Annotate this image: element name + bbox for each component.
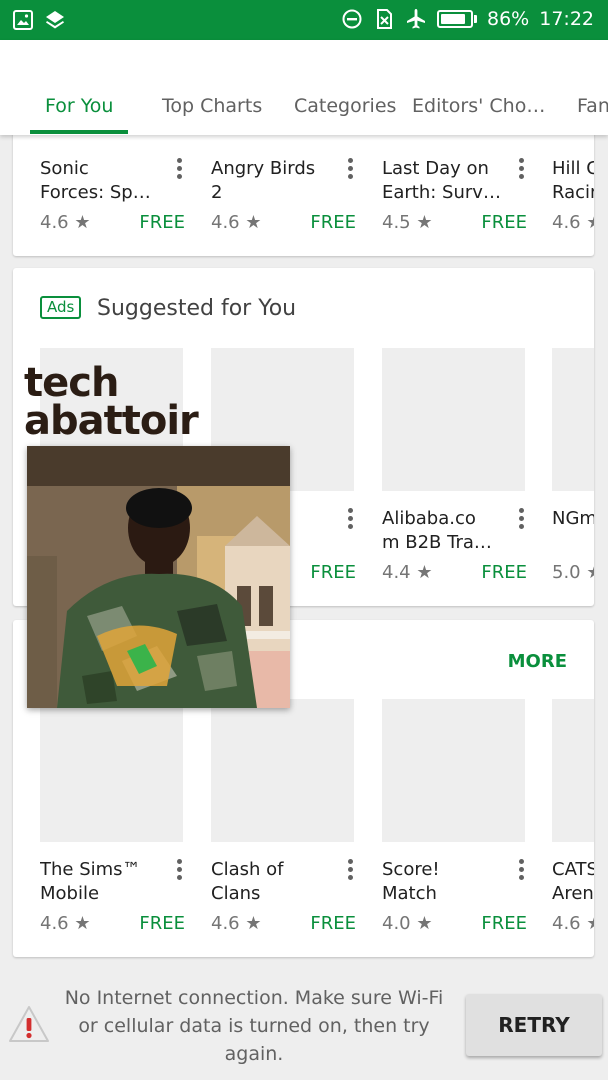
app-rating: 4.6 ★ bbox=[552, 913, 594, 934]
app-item-cats-arena[interactable]: CATS Aren 4.6 ★ bbox=[552, 699, 594, 949]
app-title: Last Day on Earth: Surv… bbox=[382, 158, 501, 203]
app-title: CATS Aren bbox=[552, 859, 594, 904]
app-rating: 4.6 ★ bbox=[40, 913, 91, 934]
star-icon: ★ bbox=[586, 913, 594, 934]
overflow-menu-icon[interactable] bbox=[348, 508, 354, 532]
more-button[interactable]: MORE bbox=[508, 651, 567, 672]
star-icon: ★ bbox=[586, 562, 594, 583]
no-connection-message: No Internet connection. Make sure Wi-Fi … bbox=[64, 987, 444, 1065]
overflow-menu-icon[interactable] bbox=[519, 158, 525, 182]
tab-categories[interactable]: Categories bbox=[294, 95, 396, 117]
ads-badge: Ads bbox=[40, 296, 82, 319]
app-rating: 4.4 ★ bbox=[382, 562, 433, 583]
app-item-angry-birds-2[interactable]: Angry Birds 2 4.6 ★ FREE bbox=[211, 120, 356, 256]
no-sim-icon bbox=[377, 9, 392, 29]
overflow-menu-icon[interactable] bbox=[177, 859, 183, 883]
app-price: FREE bbox=[310, 212, 356, 233]
app-thumbnail bbox=[382, 699, 525, 842]
star-icon: ★ bbox=[416, 913, 433, 934]
video-overlay[interactable] bbox=[27, 446, 290, 708]
app-title: Clash of Clans bbox=[211, 859, 284, 904]
app-title: NGm bbox=[552, 508, 594, 529]
app-item-clash-of-clans[interactable]: Clash of Clans 4.6 ★ FREE bbox=[211, 699, 356, 949]
overflow-menu-icon[interactable] bbox=[519, 859, 525, 883]
app-title: Sonic Forces: Sp… bbox=[40, 158, 151, 203]
tab-editors-choice[interactable]: Editors' Cho… bbox=[412, 95, 545, 117]
channel-watermark: tech abattoir bbox=[24, 360, 199, 444]
app-price: FREE bbox=[481, 212, 527, 233]
tab-bar: For You Top Charts Categories Editors' C… bbox=[0, 40, 608, 135]
no-connection-bar: No Internet connection. Make sure Wi-Fi … bbox=[0, 972, 608, 1080]
tab-family[interactable]: Fan bbox=[577, 95, 608, 117]
star-icon: ★ bbox=[74, 212, 91, 233]
clock: 17:22 bbox=[539, 8, 594, 30]
app-price: FREE bbox=[139, 913, 185, 934]
app-item-hill-climb-racing[interactable]: Hill C Racin 4.6 ★ bbox=[552, 120, 594, 256]
app-row-card: Sonic Forces: Sp… 4.6 ★ FREE Angry Birds… bbox=[13, 120, 594, 256]
star-icon: ★ bbox=[586, 212, 594, 233]
app-price: FREE bbox=[139, 212, 185, 233]
star-icon: ★ bbox=[416, 562, 433, 583]
airplane-icon bbox=[407, 9, 425, 29]
star-icon: ★ bbox=[245, 913, 262, 934]
section-title: Suggested for You bbox=[97, 296, 297, 321]
app-item-score-match[interactable]: Score! Match 4.0 ★ FREE bbox=[382, 699, 527, 949]
app-thumbnail bbox=[552, 699, 594, 842]
layers-icon bbox=[46, 11, 64, 29]
app-thumbnail bbox=[382, 348, 525, 491]
app-thumbnail bbox=[40, 699, 183, 842]
app-item-sonic-forces[interactable]: Sonic Forces: Sp… 4.6 ★ FREE bbox=[40, 120, 185, 256]
app-title: Hill C Racin bbox=[552, 158, 594, 203]
star-icon: ★ bbox=[416, 212, 433, 233]
status-bar: 86% 17:22 bbox=[0, 0, 608, 40]
overflow-menu-icon[interactable] bbox=[177, 158, 183, 182]
do-not-disturb-icon bbox=[342, 9, 362, 29]
retry-button[interactable]: RETRY bbox=[466, 994, 602, 1056]
overflow-menu-icon[interactable] bbox=[519, 508, 525, 532]
app-item-alibaba[interactable]: Alibaba.co m B2B Tra… 4.4 ★ FREE bbox=[382, 348, 527, 598]
overflow-menu-icon[interactable] bbox=[348, 158, 354, 182]
app-rating: 4.0 ★ bbox=[382, 913, 433, 934]
active-tab-indicator bbox=[30, 130, 128, 134]
tab-top-charts[interactable]: Top Charts bbox=[162, 95, 262, 117]
video-frame-image bbox=[27, 446, 290, 708]
overflow-menu-icon[interactable] bbox=[348, 859, 354, 883]
app-rating: 5.0 ★ bbox=[552, 562, 594, 583]
app-rating: 4.6 ★ bbox=[211, 212, 262, 233]
battery-percent: 86% bbox=[487, 8, 530, 30]
star-icon: ★ bbox=[245, 212, 262, 233]
app-price: FREE bbox=[310, 913, 356, 934]
app-rating: 4.6 ★ bbox=[40, 212, 91, 233]
warning-icon bbox=[9, 1006, 49, 1042]
app-thumbnail bbox=[211, 699, 354, 842]
app-title: Score! Match bbox=[382, 859, 440, 904]
star-icon: ★ bbox=[74, 913, 91, 934]
image-icon bbox=[13, 10, 33, 30]
app-price: FREE bbox=[481, 913, 527, 934]
app-rating: 4.5 ★ bbox=[382, 212, 433, 233]
app-title: Alibaba.co m B2B Tra… bbox=[382, 508, 492, 553]
app-rating: 4.6 ★ bbox=[552, 212, 594, 233]
app-thumbnail bbox=[552, 348, 594, 491]
battery-icon bbox=[437, 10, 477, 28]
app-title: The Sims™ Mobile bbox=[40, 859, 141, 904]
tab-for-you[interactable]: For You bbox=[45, 95, 113, 117]
app-title: Angry Birds 2 bbox=[211, 158, 316, 203]
app-item-last-day-on-earth[interactable]: Last Day on Earth: Surv… 4.5 ★ FREE bbox=[382, 120, 527, 256]
app-price: FREE bbox=[481, 562, 527, 583]
app-item-ngm[interactable]: NGm 5.0 ★ bbox=[552, 348, 594, 598]
app-rating: 4.6 ★ bbox=[211, 913, 262, 934]
app-item-the-sims-mobile[interactable]: The Sims™ Mobile 4.6 ★ FREE bbox=[40, 699, 185, 949]
app-price: FREE bbox=[310, 562, 356, 583]
